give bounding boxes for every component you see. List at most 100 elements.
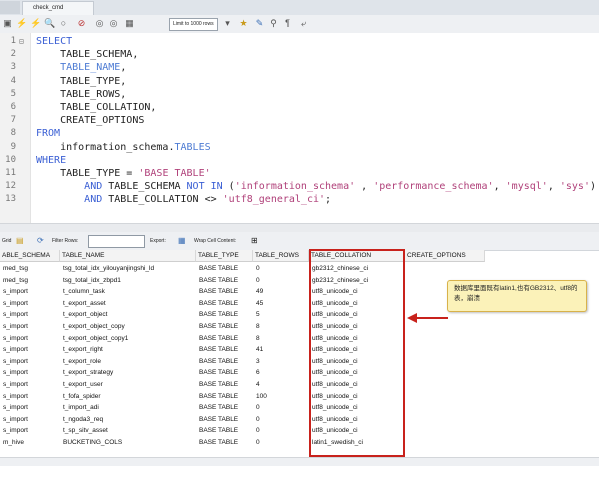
table-cell[interactable]: [405, 344, 485, 356]
column-header[interactable]: TABLE_ROWS: [253, 250, 309, 262]
wrap-cell-icon[interactable]: ⊞: [251, 232, 258, 250]
table-cell[interactable]: [405, 414, 485, 426]
table-cell[interactable]: tsg_total_idx_yilouyanjingshi_ld: [60, 263, 196, 275]
code-line[interactable]: 7 CREATE_OPTIONS: [0, 114, 599, 127]
table-cell[interactable]: [405, 356, 485, 368]
table-cell[interactable]: s_import: [0, 286, 60, 298]
code-line[interactable]: 13 AND TABLE_COLLATION <> 'utf8_general_…: [0, 193, 599, 206]
fold-marker-icon[interactable]: ⊟: [19, 35, 24, 48]
table-cell[interactable]: [405, 379, 485, 391]
table-cell[interactable]: t_export_object_copy1: [60, 333, 196, 345]
code-line[interactable]: 11 TABLE_TYPE = 'BASE TABLE': [0, 167, 599, 180]
table-cell[interactable]: s_import: [0, 379, 60, 391]
table-row[interactable]: m_hive BUCKETING_COLS BASE TABLE 0 latin1_sw…: [0, 437, 480, 449]
table-cell[interactable]: 3: [253, 356, 309, 368]
table-cell[interactable]: BUCKETING_COLS: [60, 437, 196, 449]
code-line[interactable]: 5 TABLE_ROWS,: [0, 88, 599, 101]
table-row[interactable]: med_tsg tsg_total_idx_yilouyanjingshi_ld B…: [0, 263, 480, 275]
table-cell[interactable]: BASE TABLE: [196, 356, 253, 368]
table-cell[interactable]: 0: [253, 425, 309, 437]
table-cell[interactable]: 8: [253, 333, 309, 345]
table-cell[interactable]: [405, 391, 485, 403]
table-cell[interactable]: s_import: [0, 391, 60, 403]
table-cell[interactable]: BASE TABLE: [196, 286, 253, 298]
table-cell[interactable]: BASE TABLE: [196, 344, 253, 356]
table-cell[interactable]: BASE TABLE: [196, 367, 253, 379]
table-cell[interactable]: 0: [253, 263, 309, 275]
commit-icon[interactable]: ◎: [94, 18, 105, 29]
table-cell[interactable]: s_import: [0, 356, 60, 368]
export-icon[interactable]: ▦: [178, 232, 186, 250]
table-row[interactable]: s_import t_fofa_spider BASE TABLE 100 utf8_u…: [0, 391, 480, 403]
beautify-icon[interactable]: ★: [238, 18, 249, 29]
table-row[interactable]: s_import t_column_task BASE TABLE 49 utf8_un…: [0, 286, 480, 298]
filter-rows-input[interactable]: [88, 235, 145, 248]
table-cell[interactable]: BASE TABLE: [196, 414, 253, 426]
table-cell[interactable]: 41: [253, 344, 309, 356]
table-row[interactable]: s_import t_export_role BASE TABLE 3 utf8_uni…: [0, 356, 480, 368]
table-cell[interactable]: tsg_total_idx_zbpd1: [60, 275, 196, 287]
table-cell[interactable]: t_export_object: [60, 309, 196, 321]
code-line[interactable]: 9 information_schema.TABLES: [0, 141, 599, 154]
code-line[interactable]: 10 WHERE: [0, 154, 599, 167]
table-cell[interactable]: BASE TABLE: [196, 391, 253, 403]
table-cell[interactable]: t_sp_sitv_asset: [60, 425, 196, 437]
explain-icon[interactable]: 🔍: [44, 18, 55, 29]
table-cell[interactable]: t_ngoda3_req: [60, 414, 196, 426]
table-cell[interactable]: BASE TABLE: [196, 425, 253, 437]
table-cell[interactable]: s_import: [0, 425, 60, 437]
column-header[interactable]: TABLE_TYPE: [196, 250, 253, 262]
table-cell[interactable]: 0: [253, 402, 309, 414]
table-cell[interactable]: [405, 437, 485, 449]
toggle-error-icon[interactable]: ⊘: [76, 18, 87, 29]
wrap-icon[interactable]: ⤶: [298, 18, 309, 29]
code-line[interactable]: 6 TABLE_COLLATION,: [0, 101, 599, 114]
table-cell[interactable]: BASE TABLE: [196, 437, 253, 449]
find-icon[interactable]: ✎: [254, 18, 265, 29]
code-line[interactable]: 1 ⊟ SELECT: [0, 35, 599, 48]
table-cell[interactable]: [405, 425, 485, 437]
sql-editor[interactable]: 1 ⊟ SELECT 2 TABLE_SCHEMA, 3 TABLE_NAME, 4 TA…: [0, 33, 599, 223]
table-cell[interactable]: s_import: [0, 321, 60, 333]
table-cell[interactable]: BASE TABLE: [196, 402, 253, 414]
table-cell[interactable]: [405, 402, 485, 414]
search-icon[interactable]: ⚲: [268, 18, 279, 29]
table-cell[interactable]: 0: [253, 275, 309, 287]
table-cell[interactable]: 49: [253, 286, 309, 298]
table-cell[interactable]: s_import: [0, 367, 60, 379]
table-cell[interactable]: [405, 333, 485, 345]
table-cell[interactable]: s_import: [0, 344, 60, 356]
execute-current-icon[interactable]: ⚡: [30, 18, 41, 29]
table-cell[interactable]: BASE TABLE: [196, 309, 253, 321]
save-icon[interactable]: ▣: [2, 18, 13, 29]
table-cell[interactable]: BASE TABLE: [196, 379, 253, 391]
table-cell[interactable]: s_import: [0, 298, 60, 310]
table-cell[interactable]: s_import: [0, 402, 60, 414]
stop-icon[interactable]: ○: [58, 18, 69, 29]
grid-icon[interactable]: ▤: [16, 232, 24, 250]
table-cell[interactable]: t_fofa_spider: [60, 391, 196, 403]
table-cell[interactable]: 45: [253, 298, 309, 310]
table-cell[interactable]: s_import: [0, 309, 60, 321]
code-line[interactable]: 3 TABLE_NAME,: [0, 61, 599, 74]
table-row[interactable]: s_import t_export_object_copy1 BASE TABLE 8…: [0, 333, 480, 345]
code-line[interactable]: 12 AND TABLE_SCHEMA NOT IN ('information…: [0, 180, 599, 193]
previous-tab[interactable]: [0, 1, 20, 14]
table-cell[interactable]: t_export_object_copy: [60, 321, 196, 333]
table-cell[interactable]: 8: [253, 321, 309, 333]
table-row[interactable]: s_import t_export_user BASE TABLE 4 utf8_uni…: [0, 379, 480, 391]
table-cell[interactable]: s_import: [0, 333, 60, 345]
table-cell[interactable]: t_import_adi: [60, 402, 196, 414]
table-cell[interactable]: 5: [253, 309, 309, 321]
table-cell[interactable]: s_import: [0, 414, 60, 426]
column-header[interactable]: ABLE_SCHEMA: [0, 250, 60, 262]
autocommit-icon[interactable]: ▦: [124, 18, 135, 29]
table-cell[interactable]: [405, 367, 485, 379]
rollback-icon[interactable]: ◎: [108, 18, 119, 29]
column-header[interactable]: TABLE_NAME: [60, 250, 196, 262]
table-cell[interactable]: med_tsg: [0, 263, 60, 275]
table-cell[interactable]: 0: [253, 414, 309, 426]
table-row[interactable]: s_import t_export_right BASE TABLE 41 utf8_u…: [0, 344, 480, 356]
table-cell[interactable]: 4: [253, 379, 309, 391]
table-cell[interactable]: t_export_strategy: [60, 367, 196, 379]
